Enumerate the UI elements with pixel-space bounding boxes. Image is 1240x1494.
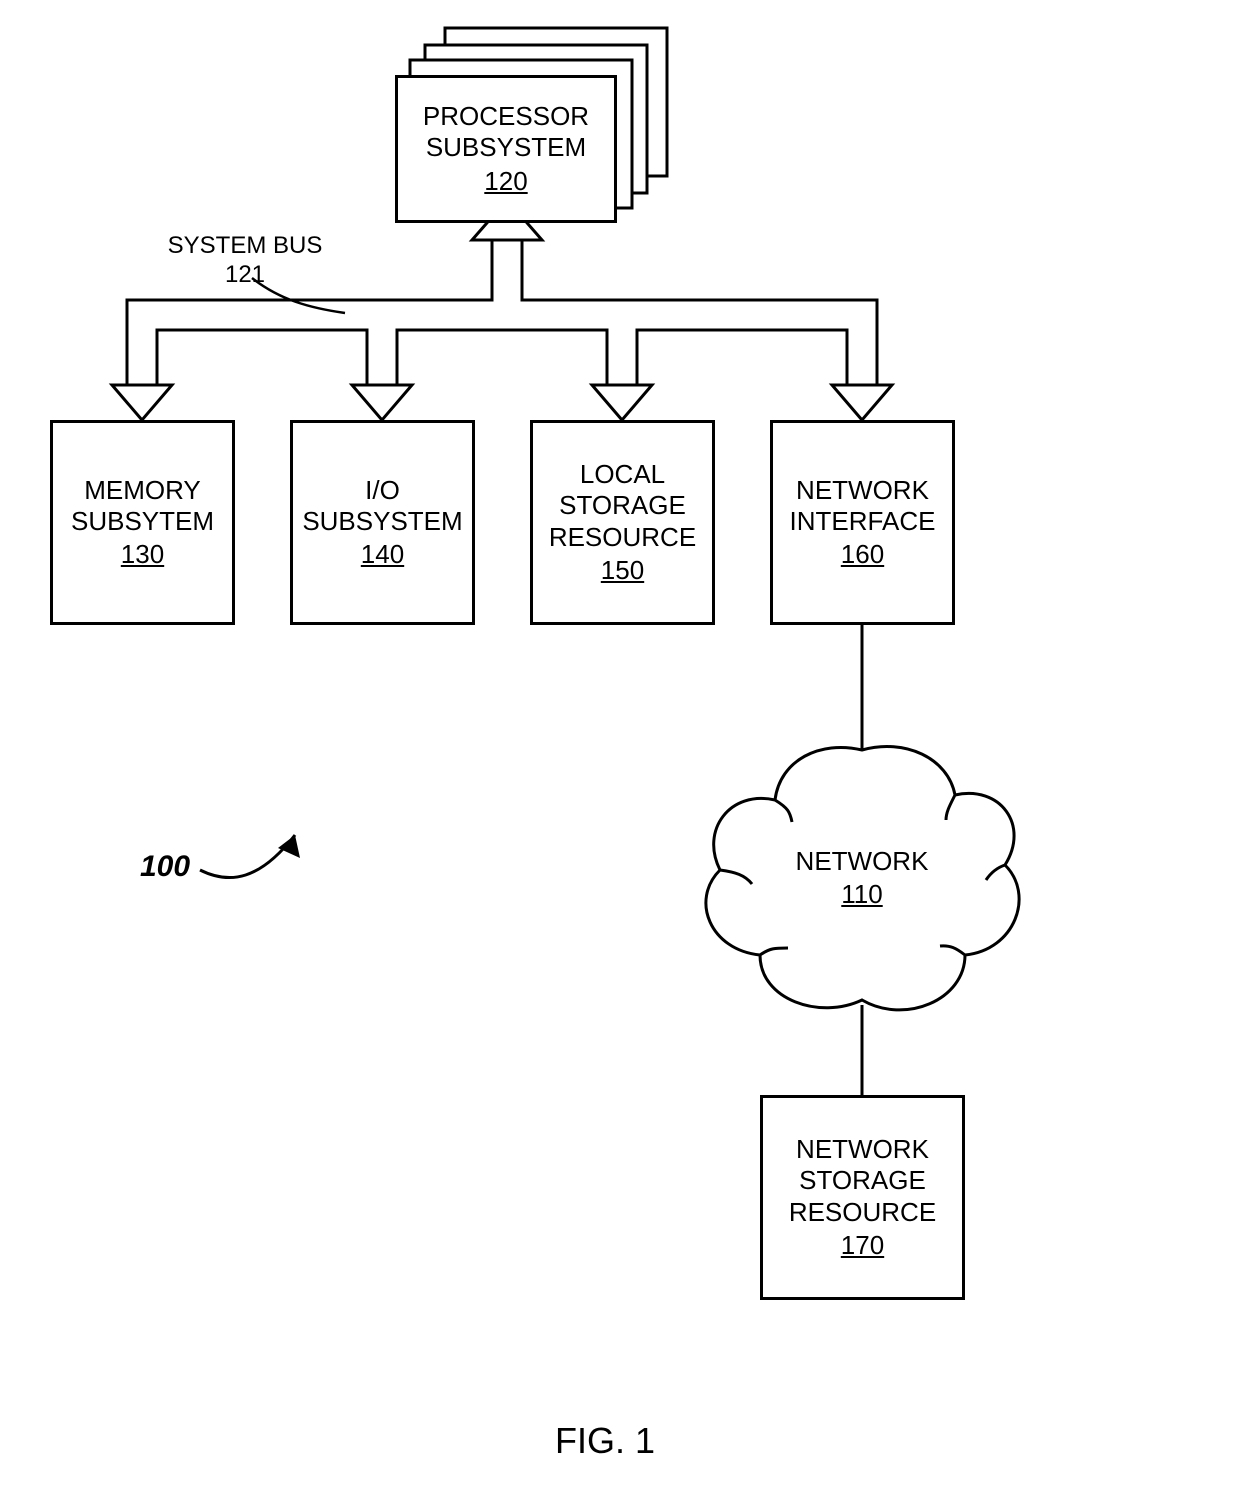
block-ref: 110 — [792, 878, 932, 911]
block-title: PROCESSOR SUBSYSTEM — [402, 101, 610, 163]
label-text: SYSTEM BUS — [165, 232, 325, 261]
block-ref: 160 — [841, 539, 884, 570]
block-title: I/O SUBSYSTEM — [297, 475, 468, 537]
block-network-interface: NETWORK INTERFACE 160 — [770, 420, 955, 625]
block-memory-subsystem: MEMORY SUBSYTEM 130 — [50, 420, 235, 625]
block-title: MEMORY SUBSYTEM — [57, 475, 228, 537]
label-system-bus: SYSTEM BUS 121 — [165, 232, 325, 290]
block-ref: 150 — [601, 555, 644, 586]
block-local-storage: LOCAL STORAGE RESOURCE 150 — [530, 420, 715, 625]
block-title: NETWORK INTERFACE — [777, 475, 948, 537]
diagram-canvas: PROCESSOR SUBSYSTEM 120 MEMORY SUBSYTEM … — [0, 0, 1240, 1494]
block-io-subsystem: I/O SUBSYSTEM 140 — [290, 420, 475, 625]
block-ref: 130 — [121, 539, 164, 570]
block-processor-subsystem: PROCESSOR SUBSYSTEM 120 — [395, 75, 617, 223]
block-network-cloud: NETWORK 110 — [792, 845, 932, 910]
label-ref: 121 — [165, 261, 325, 290]
block-title: NETWORK STORAGE RESOURCE — [767, 1134, 958, 1228]
block-ref: 170 — [841, 1230, 884, 1261]
connectors-svg — [0, 0, 1240, 1494]
block-network-storage: NETWORK STORAGE RESOURCE 170 — [760, 1095, 965, 1300]
figure-caption: FIG. 1 — [555, 1420, 655, 1462]
block-ref: 120 — [484, 166, 527, 197]
block-ref: 140 — [361, 539, 404, 570]
block-title: NETWORK — [792, 845, 932, 878]
figure-pointer-ref: 100 — [140, 850, 190, 884]
block-title: LOCAL STORAGE RESOURCE — [537, 459, 708, 553]
